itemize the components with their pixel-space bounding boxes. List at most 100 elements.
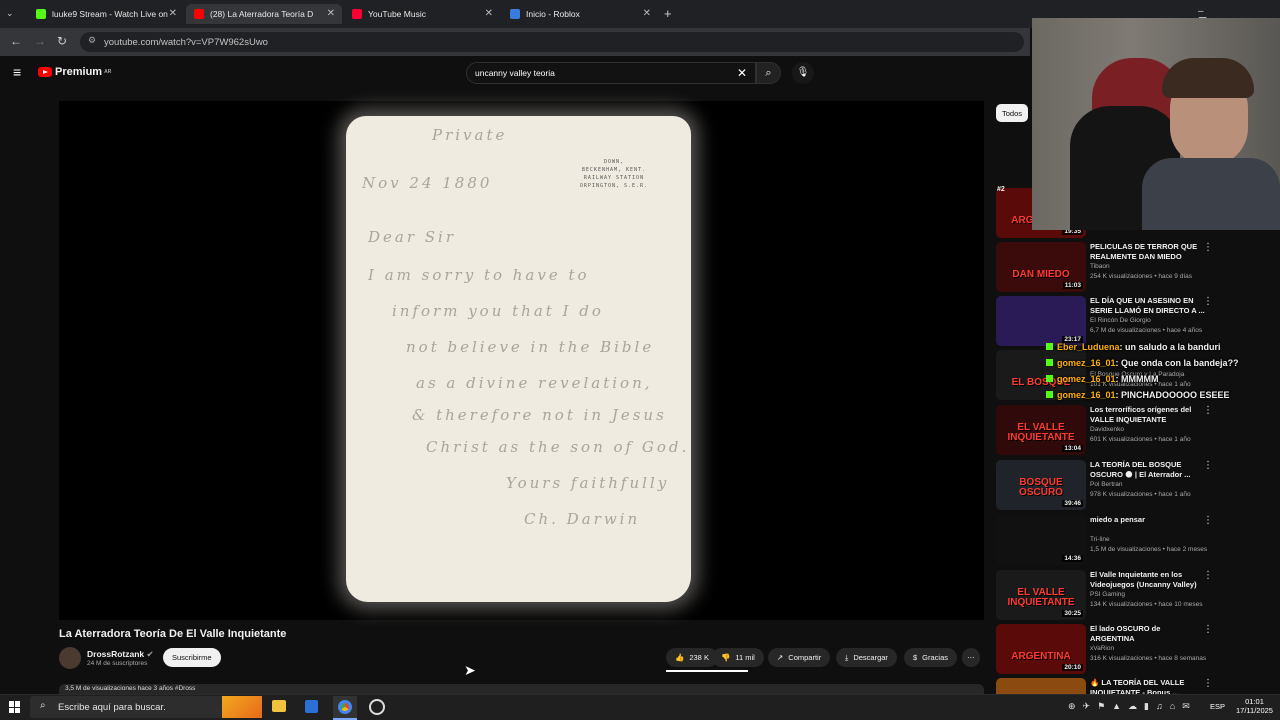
browser-tab[interactable]: luuke9 Stream - Watch Live on ✕ — [28, 4, 184, 24]
menu-icon[interactable]: ≡ — [13, 64, 21, 80]
recommended-video[interactable]: DAN MIEDO 11:03 PELICULAS DE TERROR QUE RE… — [996, 242, 1272, 294]
letter-line: as a divine revelation, — [416, 374, 653, 392]
video-channel[interactable]: El Rincón De Giorgio — [1090, 317, 1151, 324]
clear-search-icon[interactable]: ✕ — [737, 66, 747, 80]
video-channel[interactable]: Pol Bertran — [1090, 481, 1123, 488]
share-button[interactable]: ↗ Compartir — [768, 648, 831, 667]
file-explorer-icon[interactable] — [272, 700, 286, 712]
description-box[interactable]: 3,5 M de visualizaciones hace 3 años #Dr… — [59, 684, 984, 694]
address-bar[interactable]: ⚙ youtube.com/watch?v=VP7W962sUwo — [80, 32, 1024, 52]
more-options-icon[interactable]: ⋮ — [1203, 405, 1213, 416]
video-title[interactable]: El lado OSCURO de ARGENTINA — [1090, 624, 1205, 644]
recommended-video[interactable]: EL VALLE INQUIETANTE 30:25 El Valle Inquie… — [996, 570, 1272, 622]
browser-tab[interactable]: YouTube Music ✕ — [344, 4, 500, 24]
reload-icon[interactable]: ↻ — [57, 34, 67, 48]
video-thumbnail[interactable]: BOSQUE OSCURO 39:46 — [996, 460, 1086, 510]
video-thumbnail[interactable]: EL VALLE INQUIETANTE 13:04 — [996, 405, 1086, 455]
more-options-icon[interactable]: ⋮ — [1203, 570, 1213, 581]
subscribe-button[interactable]: Suscribirme — [163, 648, 221, 667]
like-count: 238 K — [689, 653, 709, 662]
more-actions-button[interactable]: ⋯ — [962, 648, 980, 667]
subscriber-count: 24 M de suscriptores — [87, 660, 148, 667]
channel-name[interactable]: DrossRotzank ✔ — [87, 649, 154, 660]
video-title[interactable]: El Valle Inquietante en los Videojuegos … — [1090, 570, 1205, 590]
video-thumbnail[interactable]: 14:36 — [996, 515, 1086, 565]
video-thumbnail[interactable]: ARGENTINA 20:10 — [996, 624, 1086, 674]
chat-text: : MMMMM — [1115, 374, 1159, 384]
store-icon[interactable] — [305, 700, 318, 713]
thanks-label: Gracias — [922, 653, 949, 662]
chat-text: : un saludo a la banduri — [1119, 342, 1221, 352]
thumbnail-text: DAN MIEDO — [1012, 269, 1070, 280]
channel-avatar[interactable] — [59, 647, 81, 669]
voice-search-icon[interactable]: 🎙 — [792, 62, 814, 84]
youtube-premium-logo[interactable]: Premium AR — [38, 66, 111, 78]
video-title: La Aterradora Teoría De El Valle Inquiet… — [59, 628, 287, 640]
browser-tab[interactable]: Inicio - Roblox ✕ — [502, 4, 658, 24]
search-button[interactable]: ⌕ — [756, 62, 781, 84]
new-tab-button[interactable]: + — [664, 6, 672, 21]
letter-line: Yours faithfully — [506, 474, 670, 492]
more-options-icon[interactable]: ⋮ — [1203, 624, 1213, 635]
video-title[interactable]: LA TEORÍA DEL BOSQUE OSCURO 🌑 | El Aterr… — [1090, 460, 1205, 480]
chat-text: : Que onda con la bandeja?? — [1115, 358, 1239, 368]
filter-chip-all[interactable]: Todos — [996, 104, 1029, 122]
clock-time: 01:01 — [1245, 697, 1264, 706]
video-thumbnail[interactable]: EL VALLE INQUIETANTE 30:25 — [996, 570, 1086, 620]
video-thumbnail[interactable]: 23:17 — [996, 296, 1086, 346]
clock[interactable]: 01:01 17/11/2025 — [1236, 697, 1273, 715]
share-icon: ↗ — [777, 653, 784, 662]
thanks-button[interactable]: $ Gracias — [904, 648, 958, 667]
chrome-taskbar-button[interactable] — [333, 696, 357, 720]
dislike-count: 11 mil — [735, 653, 755, 662]
tab-search-icon[interactable]: ⌄ — [6, 8, 14, 19]
rank-badge: #2 — [997, 186, 1005, 193]
obs-icon[interactable] — [369, 699, 385, 715]
tab-title: (28) La Aterradora Teoría D — [210, 9, 314, 19]
browser-tab[interactable]: (28) La Aterradora Teoría D ✕ — [186, 4, 342, 24]
video-channel[interactable]: Davidxenko — [1090, 426, 1124, 433]
video-title[interactable]: EL DÍA QUE UN ASESINO EN SERIE LLAMÓ EN … — [1090, 296, 1205, 316]
close-tab-icon[interactable]: ✕ — [643, 8, 651, 19]
more-options-icon[interactable]: ⋮ — [1203, 296, 1213, 307]
recommended-video[interactable]: BOSQUE OSCURO 39:46 LA TEORÍA DEL BOSQUE O… — [996, 460, 1272, 512]
back-icon[interactable]: ← — [10, 34, 22, 48]
chat-text: : PINCHADOOOOO ESEEE — [1115, 390, 1230, 400]
recommended-video[interactable]: EL VALLE INQUIETANTE 13:04 Los terrorífico… — [996, 405, 1272, 457]
site-info-icon[interactable]: ⚙ — [88, 35, 96, 46]
more-options-icon[interactable]: ⋮ — [1203, 678, 1213, 689]
video-title[interactable]: PELICULAS DE TERROR QUE REALMENTE DAN MI… — [1090, 242, 1205, 262]
chat-username: gomez_16_01 — [1057, 374, 1116, 384]
video-meta: 316 K visualizaciones • hace 8 semanas — [1090, 655, 1207, 662]
video-channel[interactable]: xVaRion — [1090, 645, 1114, 652]
dislike-button[interactable]: 👎 11 mil — [712, 648, 764, 667]
like-button[interactable]: 👍 238 K — [666, 648, 718, 667]
recommended-video[interactable]: ARGENTINA 20:10 El lado OSCURO de ARGENTIN… — [996, 624, 1272, 676]
windows-start-icon[interactable] — [9, 701, 21, 713]
recommended-video[interactable]: 23:17 EL DÍA QUE UN ASESINO EN SERIE LLAM… — [996, 296, 1272, 348]
url-text: youtube.com/watch?v=VP7W962sUwo — [104, 36, 268, 48]
video-duration: 14:36 — [1062, 555, 1083, 562]
close-tab-icon[interactable]: ✕ — [169, 8, 177, 19]
search-highlight-image — [222, 696, 262, 718]
video-channel[interactable]: PSI Gaming — [1090, 591, 1125, 598]
video-channel[interactable]: Tibaon — [1090, 263, 1110, 270]
video-title[interactable]: Los terroríficos orígenes del VALLE INQU… — [1090, 405, 1205, 425]
video-thumbnail[interactable]: DAN MIEDO 11:03 — [996, 242, 1086, 292]
more-options-icon[interactable]: ⋮ — [1203, 460, 1213, 471]
more-options-icon[interactable]: ⋮ — [1203, 515, 1213, 526]
video-channel[interactable]: Tri-line — [1090, 536, 1110, 543]
recommended-video[interactable]: 14:36 miedo a pensar Tri-line 1,5 M de visu… — [996, 515, 1272, 567]
taskbar-search-input[interactable]: ⌕ Escribe aquí para buscar. — [30, 696, 262, 718]
more-options-icon[interactable]: ⋮ — [1203, 242, 1213, 253]
forward-icon[interactable]: → — [34, 34, 46, 48]
search-input[interactable]: uncanny valley teoria ✕ — [466, 62, 756, 84]
close-tab-icon[interactable]: ✕ — [327, 8, 335, 19]
language-indicator[interactable]: ESP — [1210, 702, 1225, 711]
close-tab-icon[interactable]: ✕ — [485, 8, 493, 19]
letter-line: Private — [432, 126, 508, 144]
system-tray-icons[interactable]: ⊕✈⚑▲☁▮♫⌂✉ — [1068, 701, 1197, 712]
letter-line: inform you that I do — [392, 302, 604, 320]
video-title[interactable]: miedo a pensar — [1090, 515, 1205, 525]
download-button[interactable]: ⤓ Descargar — [836, 648, 897, 667]
